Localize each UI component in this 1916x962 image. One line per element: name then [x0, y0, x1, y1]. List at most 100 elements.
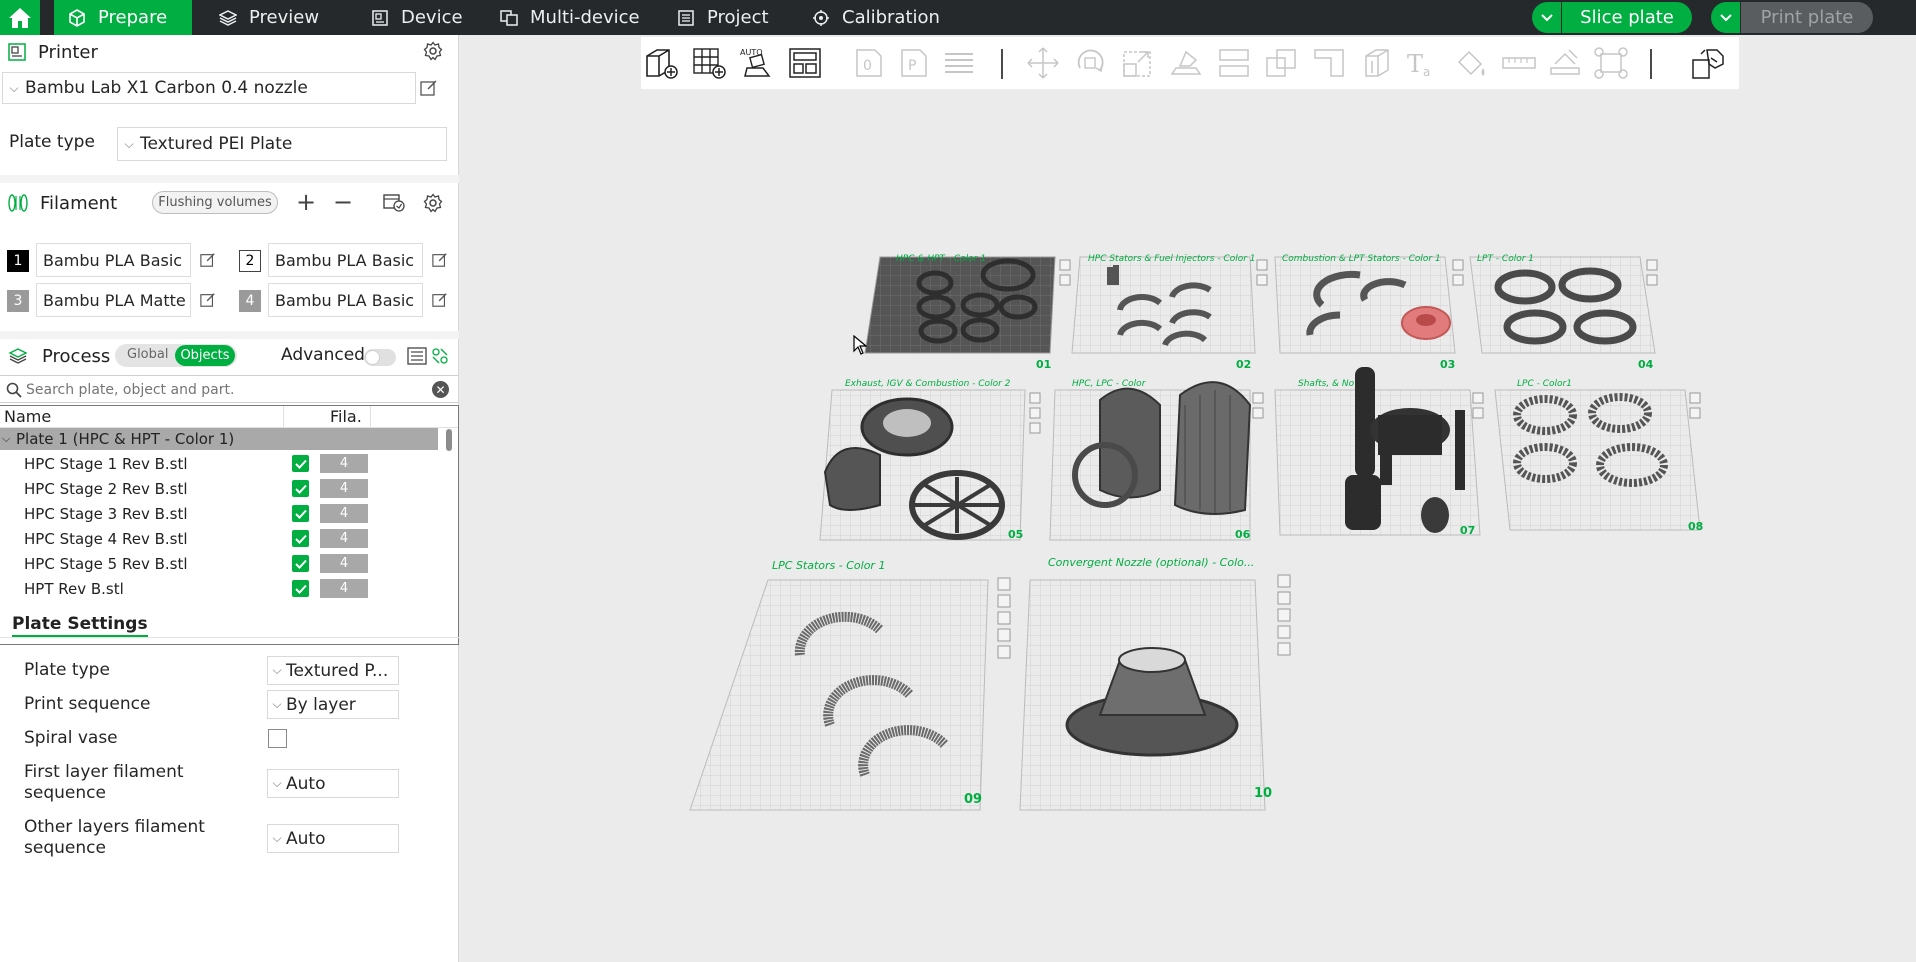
add-filament-icon[interactable]: + — [296, 188, 316, 216]
plate-9-title[interactable]: LPC Stators - Color 1 — [772, 559, 885, 572]
print-plate-button[interactable]: Print plate — [1741, 2, 1873, 33]
tab-preview[interactable]: Preview — [205, 0, 333, 35]
tab-device[interactable]: Device — [357, 0, 477, 35]
visible-checkbox[interactable] — [292, 505, 309, 522]
table-row[interactable]: HPC Stage 5 Rev B.stl 4 — [0, 551, 440, 576]
measure-icon[interactable] — [1501, 46, 1537, 80]
first-layer-sequence-select[interactable]: ⌵ Auto — [267, 769, 399, 798]
brim-ears-icon[interactable] — [1593, 46, 1629, 80]
filament-color-swatch[interactable]: 2 — [239, 250, 261, 272]
plate-settings-tab[interactable]: Plate Settings — [12, 614, 148, 637]
table-row[interactable]: HPC Stage 3 Rev B.stl 4 — [0, 501, 440, 526]
print-dropdown-button[interactable] — [1711, 2, 1741, 33]
plate-a-icon[interactable]: 0 — [851, 46, 887, 80]
plate-1-title[interactable]: HPC & HPT - Color 1 — [896, 254, 986, 264]
filament-color-swatch[interactable]: 4 — [239, 290, 261, 312]
plate-1[interactable] — [864, 256, 1056, 354]
column-name[interactable]: Name — [4, 407, 51, 426]
edit-filament-icon[interactable] — [200, 252, 216, 268]
filament-select-3[interactable]: Bambu PLA Matte — [36, 283, 191, 317]
table-row[interactable]: HPC Stage 2 Rev B.stl 4 — [0, 476, 440, 501]
visible-checkbox[interactable] — [292, 580, 309, 597]
filament-select-4[interactable]: Bambu PLA Basic — [268, 283, 423, 317]
spiral-vase-checkbox[interactable] — [268, 729, 287, 748]
visible-checkbox[interactable] — [292, 555, 309, 572]
boolean-icon[interactable] — [1263, 46, 1299, 80]
object-settings-icon[interactable] — [431, 347, 449, 365]
advanced-toggle[interactable] — [364, 349, 396, 366]
slice-dropdown-button[interactable] — [1532, 2, 1562, 33]
home-button[interactable] — [0, 0, 40, 35]
support-paint-icon[interactable] — [1311, 46, 1347, 80]
add-plate-icon[interactable] — [691, 46, 727, 80]
filament-select-1[interactable]: Bambu PLA Basic — [36, 243, 191, 277]
plate-4-title[interactable]: LPT - Color 1 — [1477, 254, 1534, 264]
text-icon[interactable]: Ta — [1405, 46, 1441, 80]
tab-project[interactable]: Project — [663, 0, 783, 35]
slice-plate-button[interactable]: Slice plate — [1562, 2, 1692, 33]
printer-select[interactable]: ⌵ Bambu Lab X1 Carbon 0.4 nozzle — [2, 72, 416, 104]
flushing-volumes-button[interactable]: Flushing volumes — [152, 191, 278, 214]
filament-badge[interactable]: 4 — [320, 454, 368, 473]
filament-badge[interactable]: 4 — [320, 529, 368, 548]
plate-3-title[interactable]: Combustion & LPT Stators - Color 1 — [1282, 254, 1441, 264]
layers-list-icon[interactable] — [941, 46, 977, 80]
filament-badge[interactable]: 4 — [320, 554, 368, 573]
rotate-icon[interactable] — [1072, 46, 1108, 80]
filament-color-swatch[interactable]: 1 — [7, 250, 29, 272]
print-sequence-select[interactable]: ⌵ By layer — [267, 690, 399, 719]
filament-select-2[interactable]: Bambu PLA Basic — [268, 243, 423, 277]
arrange-icon[interactable] — [787, 46, 823, 80]
list-view-icon[interactable] — [407, 347, 427, 365]
chevron-down-icon[interactable]: ⌵ — [2, 432, 10, 446]
edit-filament-icon[interactable] — [432, 292, 448, 308]
remove-filament-icon[interactable]: − — [333, 188, 353, 216]
color-paint-icon[interactable] — [1453, 46, 1489, 80]
gear-icon[interactable] — [423, 193, 443, 213]
auto-orient-icon[interactable]: AUTO — [739, 46, 775, 80]
scrollbar-thumb[interactable] — [446, 429, 452, 451]
other-layers-sequence-select[interactable]: ⌵ Auto — [267, 824, 399, 853]
plate-8-title[interactable]: LPC - Color1 — [1517, 379, 1572, 389]
tab-prepare[interactable]: Prepare — [54, 0, 192, 35]
edit-filament-icon[interactable] — [432, 252, 448, 268]
plate-8[interactable] — [1494, 389, 1701, 531]
assembly-icon[interactable] — [1547, 46, 1583, 80]
cut-icon[interactable] — [1216, 46, 1252, 80]
split-objects-icon[interactable] — [1691, 46, 1727, 80]
global-objects-toggle[interactable]: Global Objects — [115, 344, 237, 367]
clear-search-icon[interactable]: ✕ — [432, 381, 449, 398]
table-row[interactable]: HPC Stage 4 Rev B.stl 4 — [0, 526, 440, 551]
move-icon[interactable] — [1025, 46, 1061, 80]
tab-calibration[interactable]: Calibration — [798, 0, 954, 35]
tab-multi-device[interactable]: Multi-device — [486, 0, 654, 35]
objects-option[interactable]: Objects — [175, 345, 235, 366]
plate-5-title[interactable]: Exhaust, IGV & Combustion - Color 2 — [845, 379, 1010, 389]
filament-color-swatch[interactable]: 3 — [7, 290, 29, 312]
visible-checkbox[interactable] — [292, 480, 309, 497]
plate-type-select[interactable]: ⌵ Textured PEI Plate — [117, 127, 447, 161]
filament-badge[interactable]: 4 — [320, 479, 368, 498]
table-row[interactable]: HPT Rev B.stl 4 — [0, 576, 440, 601]
lay-on-face-icon[interactable] — [1168, 46, 1204, 80]
plate-type-select[interactable]: ⌵ Textured P... — [267, 656, 399, 685]
plate-row[interactable]: ⌵ Plate 1 (HPC & HPT - Color 1) — [0, 428, 438, 450]
sync-filament-icon[interactable] — [383, 192, 405, 212]
edit-filament-icon[interactable] — [200, 292, 216, 308]
filament-badge[interactable]: 4 — [320, 504, 368, 523]
plate-6-title[interactable]: HPC, LPC - Color — [1072, 379, 1145, 389]
scale-icon[interactable] — [1120, 46, 1156, 80]
search-input[interactable] — [26, 379, 426, 400]
gear-icon[interactable] — [423, 41, 443, 61]
plate-7-title[interactable]: Shafts, & No — [1298, 379, 1354, 389]
seam-paint-icon[interactable] — [1358, 46, 1394, 80]
add-object-icon[interactable] — [643, 46, 679, 80]
visible-checkbox[interactable] — [292, 530, 309, 547]
column-filament[interactable]: Fila. — [330, 407, 362, 426]
edit-printer-icon[interactable] — [420, 79, 438, 97]
table-row[interactable]: HPC Stage 1 Rev B.stl 4 — [0, 451, 440, 476]
3d-viewport[interactable]: HPC & HPT - Color 1 01 HPC Stators & Fue… — [460, 35, 1916, 962]
global-option[interactable]: Global — [127, 347, 168, 362]
plate-10-title[interactable]: Convergent Nozzle (optional) - Colo... — [1048, 556, 1254, 569]
plate-p-icon[interactable]: P — [896, 46, 932, 80]
